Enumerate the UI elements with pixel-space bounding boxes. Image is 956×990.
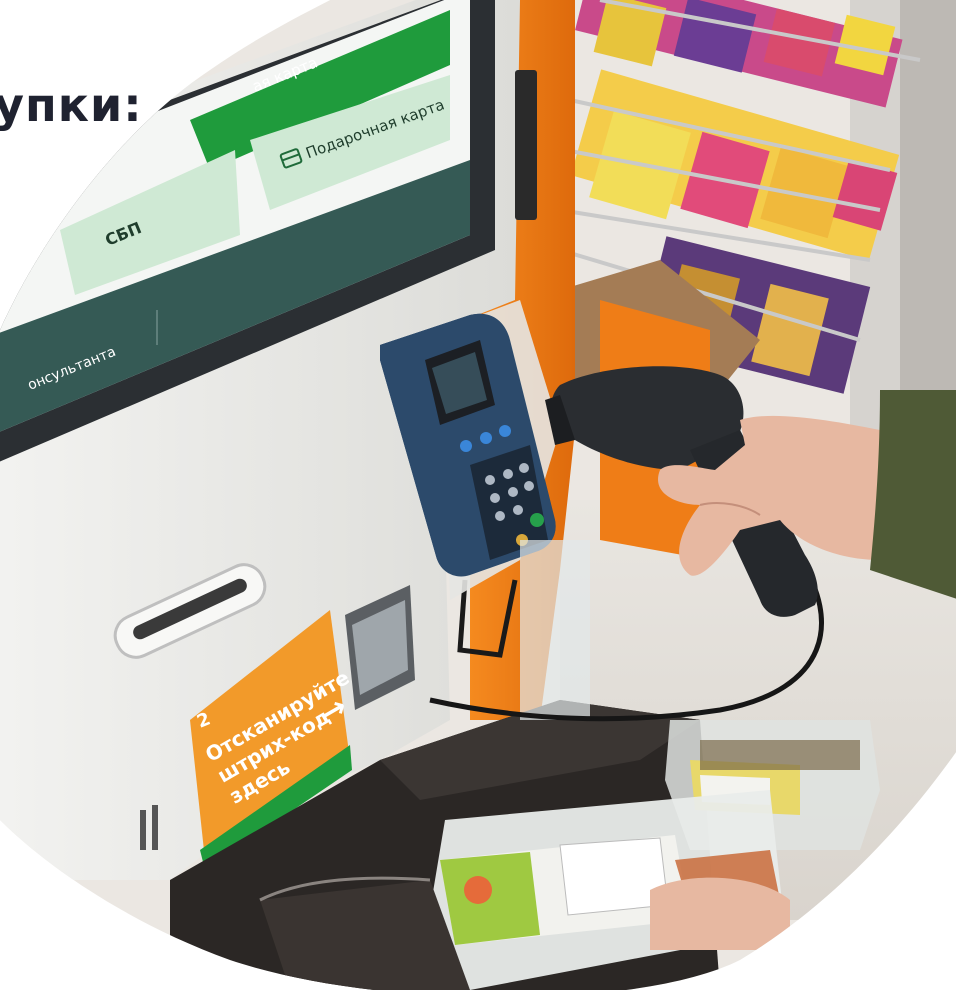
kiosk-photo: ая карта Подарочная карта СБП онсультант… bbox=[0, 0, 956, 990]
